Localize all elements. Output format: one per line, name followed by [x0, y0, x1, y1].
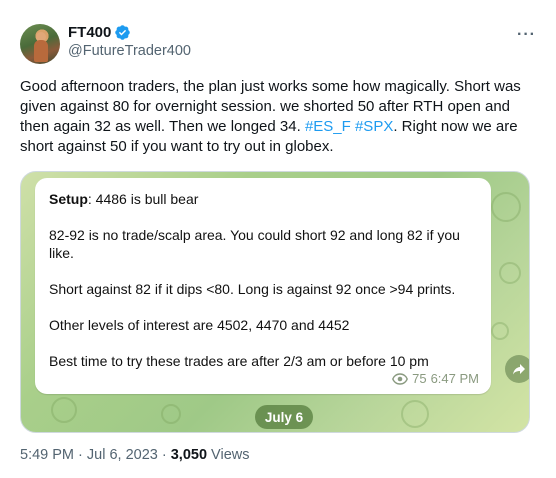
display-name[interactable]: FT400	[68, 24, 111, 41]
verified-badge-icon	[115, 25, 131, 40]
footer-date[interactable]: Jul 6, 2023	[87, 447, 158, 463]
background-doodle	[401, 400, 429, 428]
footer-separator: ·	[157, 447, 171, 463]
hashtag-es-f[interactable]: #ES_F	[305, 118, 351, 135]
footer-views-label: Views	[207, 447, 250, 463]
footer-separator: ·	[74, 447, 87, 463]
forward-arrow-glyph	[513, 364, 525, 375]
tweet-text: Good afternoon traders, the plan just wo…	[20, 77, 536, 157]
author-handle[interactable]: @FutureTrader400	[68, 43, 191, 59]
message-time: 6:47 PM	[430, 371, 479, 386]
message-meta: 75 6:47 PM	[392, 371, 479, 386]
forward-arrow-icon[interactable]	[505, 355, 529, 383]
more-options-icon[interactable]: ···	[517, 26, 536, 44]
tweet-card[interactable]: FT400 @FutureTrader400 ··· Good afternoo…	[0, 0, 556, 478]
background-doodle	[491, 322, 509, 340]
background-doodle	[51, 397, 77, 423]
setup-line: Setup: 4486 is bull bear	[49, 190, 477, 208]
footer-views-count[interactable]: 3,050	[171, 447, 207, 463]
background-doodle	[491, 192, 521, 222]
message-line: Short against 82 if it dips <80. Long is…	[49, 281, 456, 297]
setup-text: : 4486 is bull bear	[87, 191, 199, 207]
message-line: 82-92 is no trade/scalp area. You could …	[49, 227, 460, 261]
background-doodle	[161, 404, 181, 424]
tweet-footer: 5:49 PM · Jul 6, 2023 · 3,050 Views	[20, 447, 249, 463]
message-views: 75	[412, 371, 427, 386]
avatar[interactable]	[20, 24, 60, 64]
avatar-figure	[34, 40, 48, 62]
hashtag-spx[interactable]: #SPX	[355, 118, 393, 135]
footer-time[interactable]: 5:49 PM	[20, 447, 74, 463]
date-pill: July 6	[255, 405, 313, 429]
setup-label: Setup	[49, 191, 88, 207]
media-image[interactable]: Setup: 4486 is bull bear 82-92 is no tra…	[20, 171, 530, 433]
eye-icon	[392, 372, 409, 385]
message-line: Best time to try these trades are after …	[49, 353, 429, 369]
background-doodle	[499, 262, 521, 284]
message-bubble: Setup: 4486 is bull bear 82-92 is no tra…	[35, 178, 491, 394]
message-line: Other levels of interest are 4502, 4470 …	[49, 317, 350, 333]
author-name-row: FT400	[68, 24, 131, 41]
